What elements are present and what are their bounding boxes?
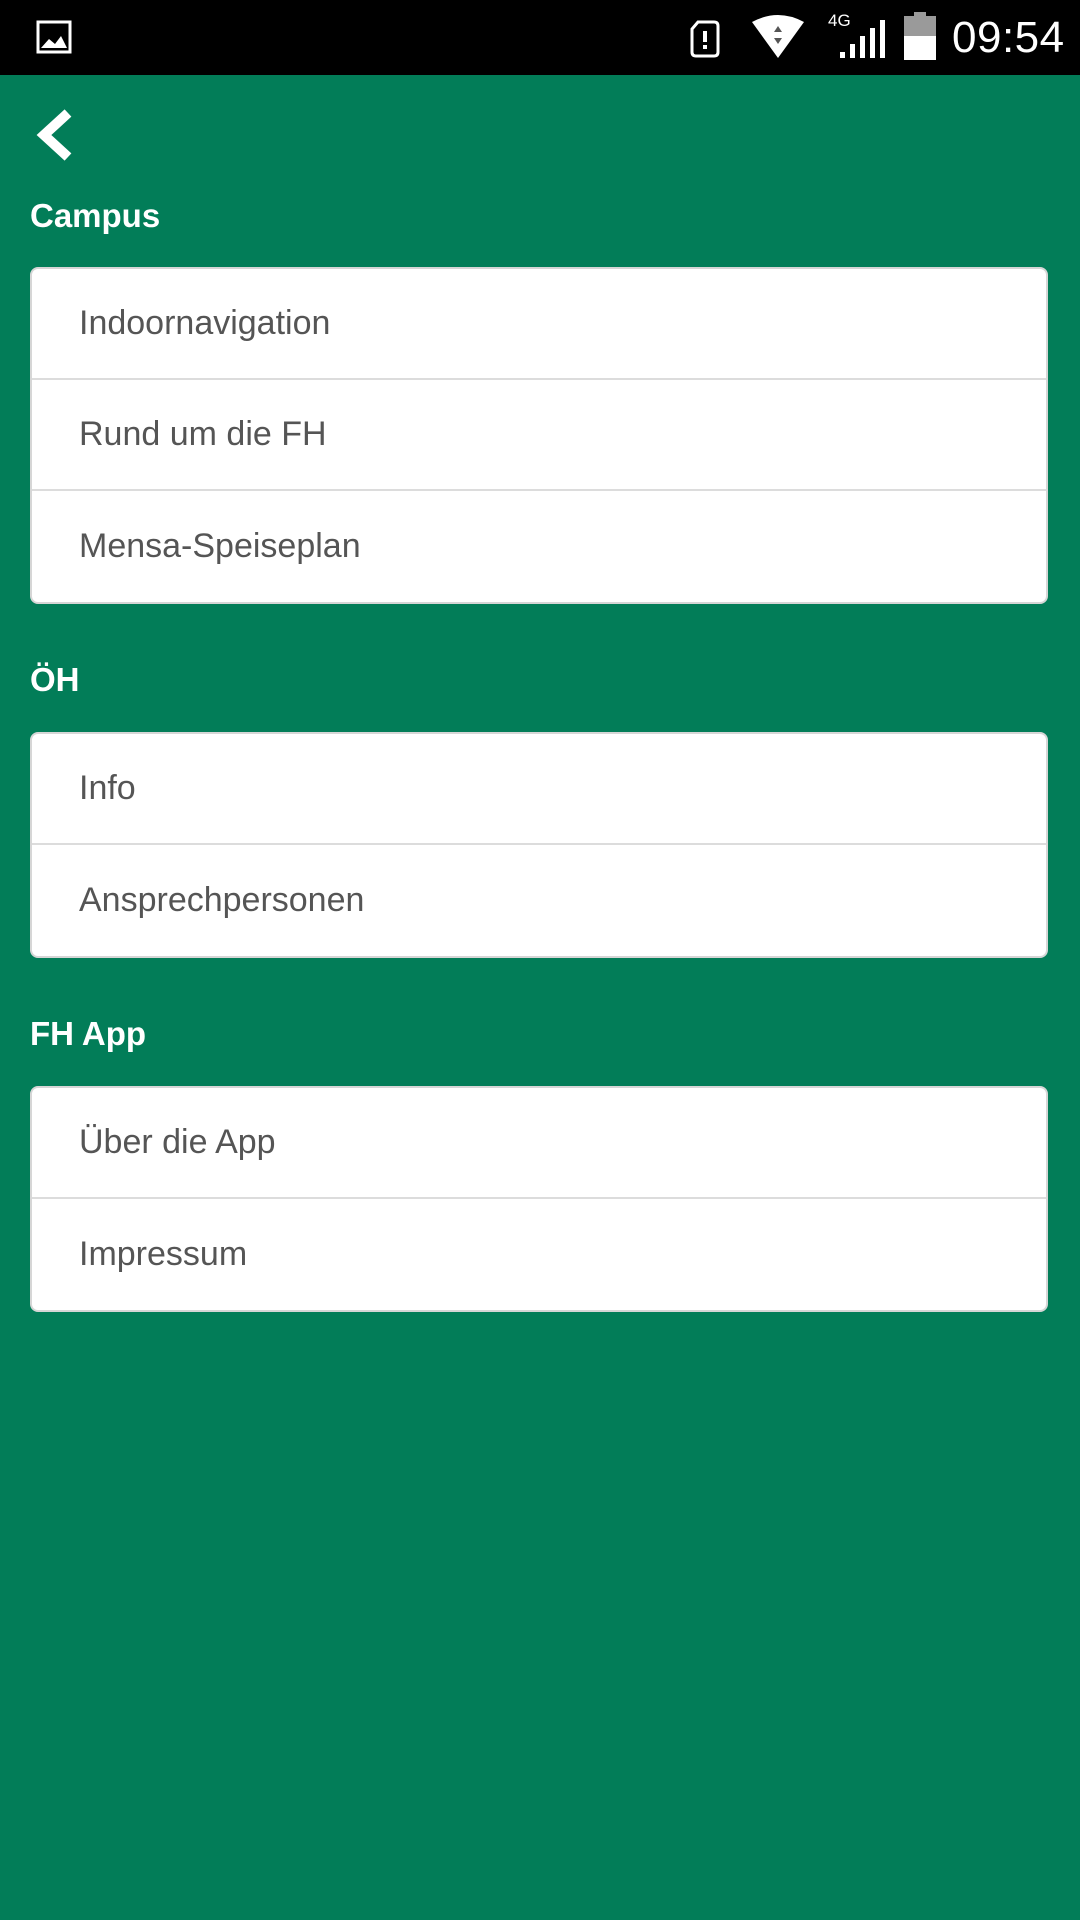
menu-item-ansprechpersonen[interactable]: Ansprechpersonen [32,845,1046,956]
menu-card-oeh: Info Ansprechpersonen [30,732,1048,958]
image-notification-icon [36,20,72,54]
menu-card-fh-app: Über die App Impressum [30,1086,1048,1312]
battery-icon [904,12,936,60]
menu-item-rund-um-die-fh[interactable]: Rund um die FH [32,380,1046,491]
chevron-left-icon[interactable] [26,105,82,165]
menu-item-mensa-speiseplan[interactable]: Mensa-Speiseplan [32,491,1046,602]
menu-item-ueber-die-app[interactable]: Über die App [32,1088,1046,1199]
menu-item-impressum[interactable]: Impressum [32,1199,1046,1310]
section-title-campus: Campus [30,197,161,234]
section-title-oeh: ÖH [30,661,80,698]
section-title-fh-app: FH App [30,1015,147,1052]
status-bar: 4G 09:54 [0,0,1080,75]
status-time: 09:54 [952,13,1065,62]
cellular-signal-icon: 4G [828,11,885,58]
menu-item-indoornavigation[interactable]: Indoornavigation [32,269,1046,380]
network-type-label: 4G [828,11,851,30]
menu-item-info[interactable]: Info [32,734,1046,845]
menu-card-campus: Indoornavigation Rund um die FH Mensa-Sp… [30,267,1048,604]
wifi-icon [752,15,804,58]
sim-card-icon [690,20,720,58]
